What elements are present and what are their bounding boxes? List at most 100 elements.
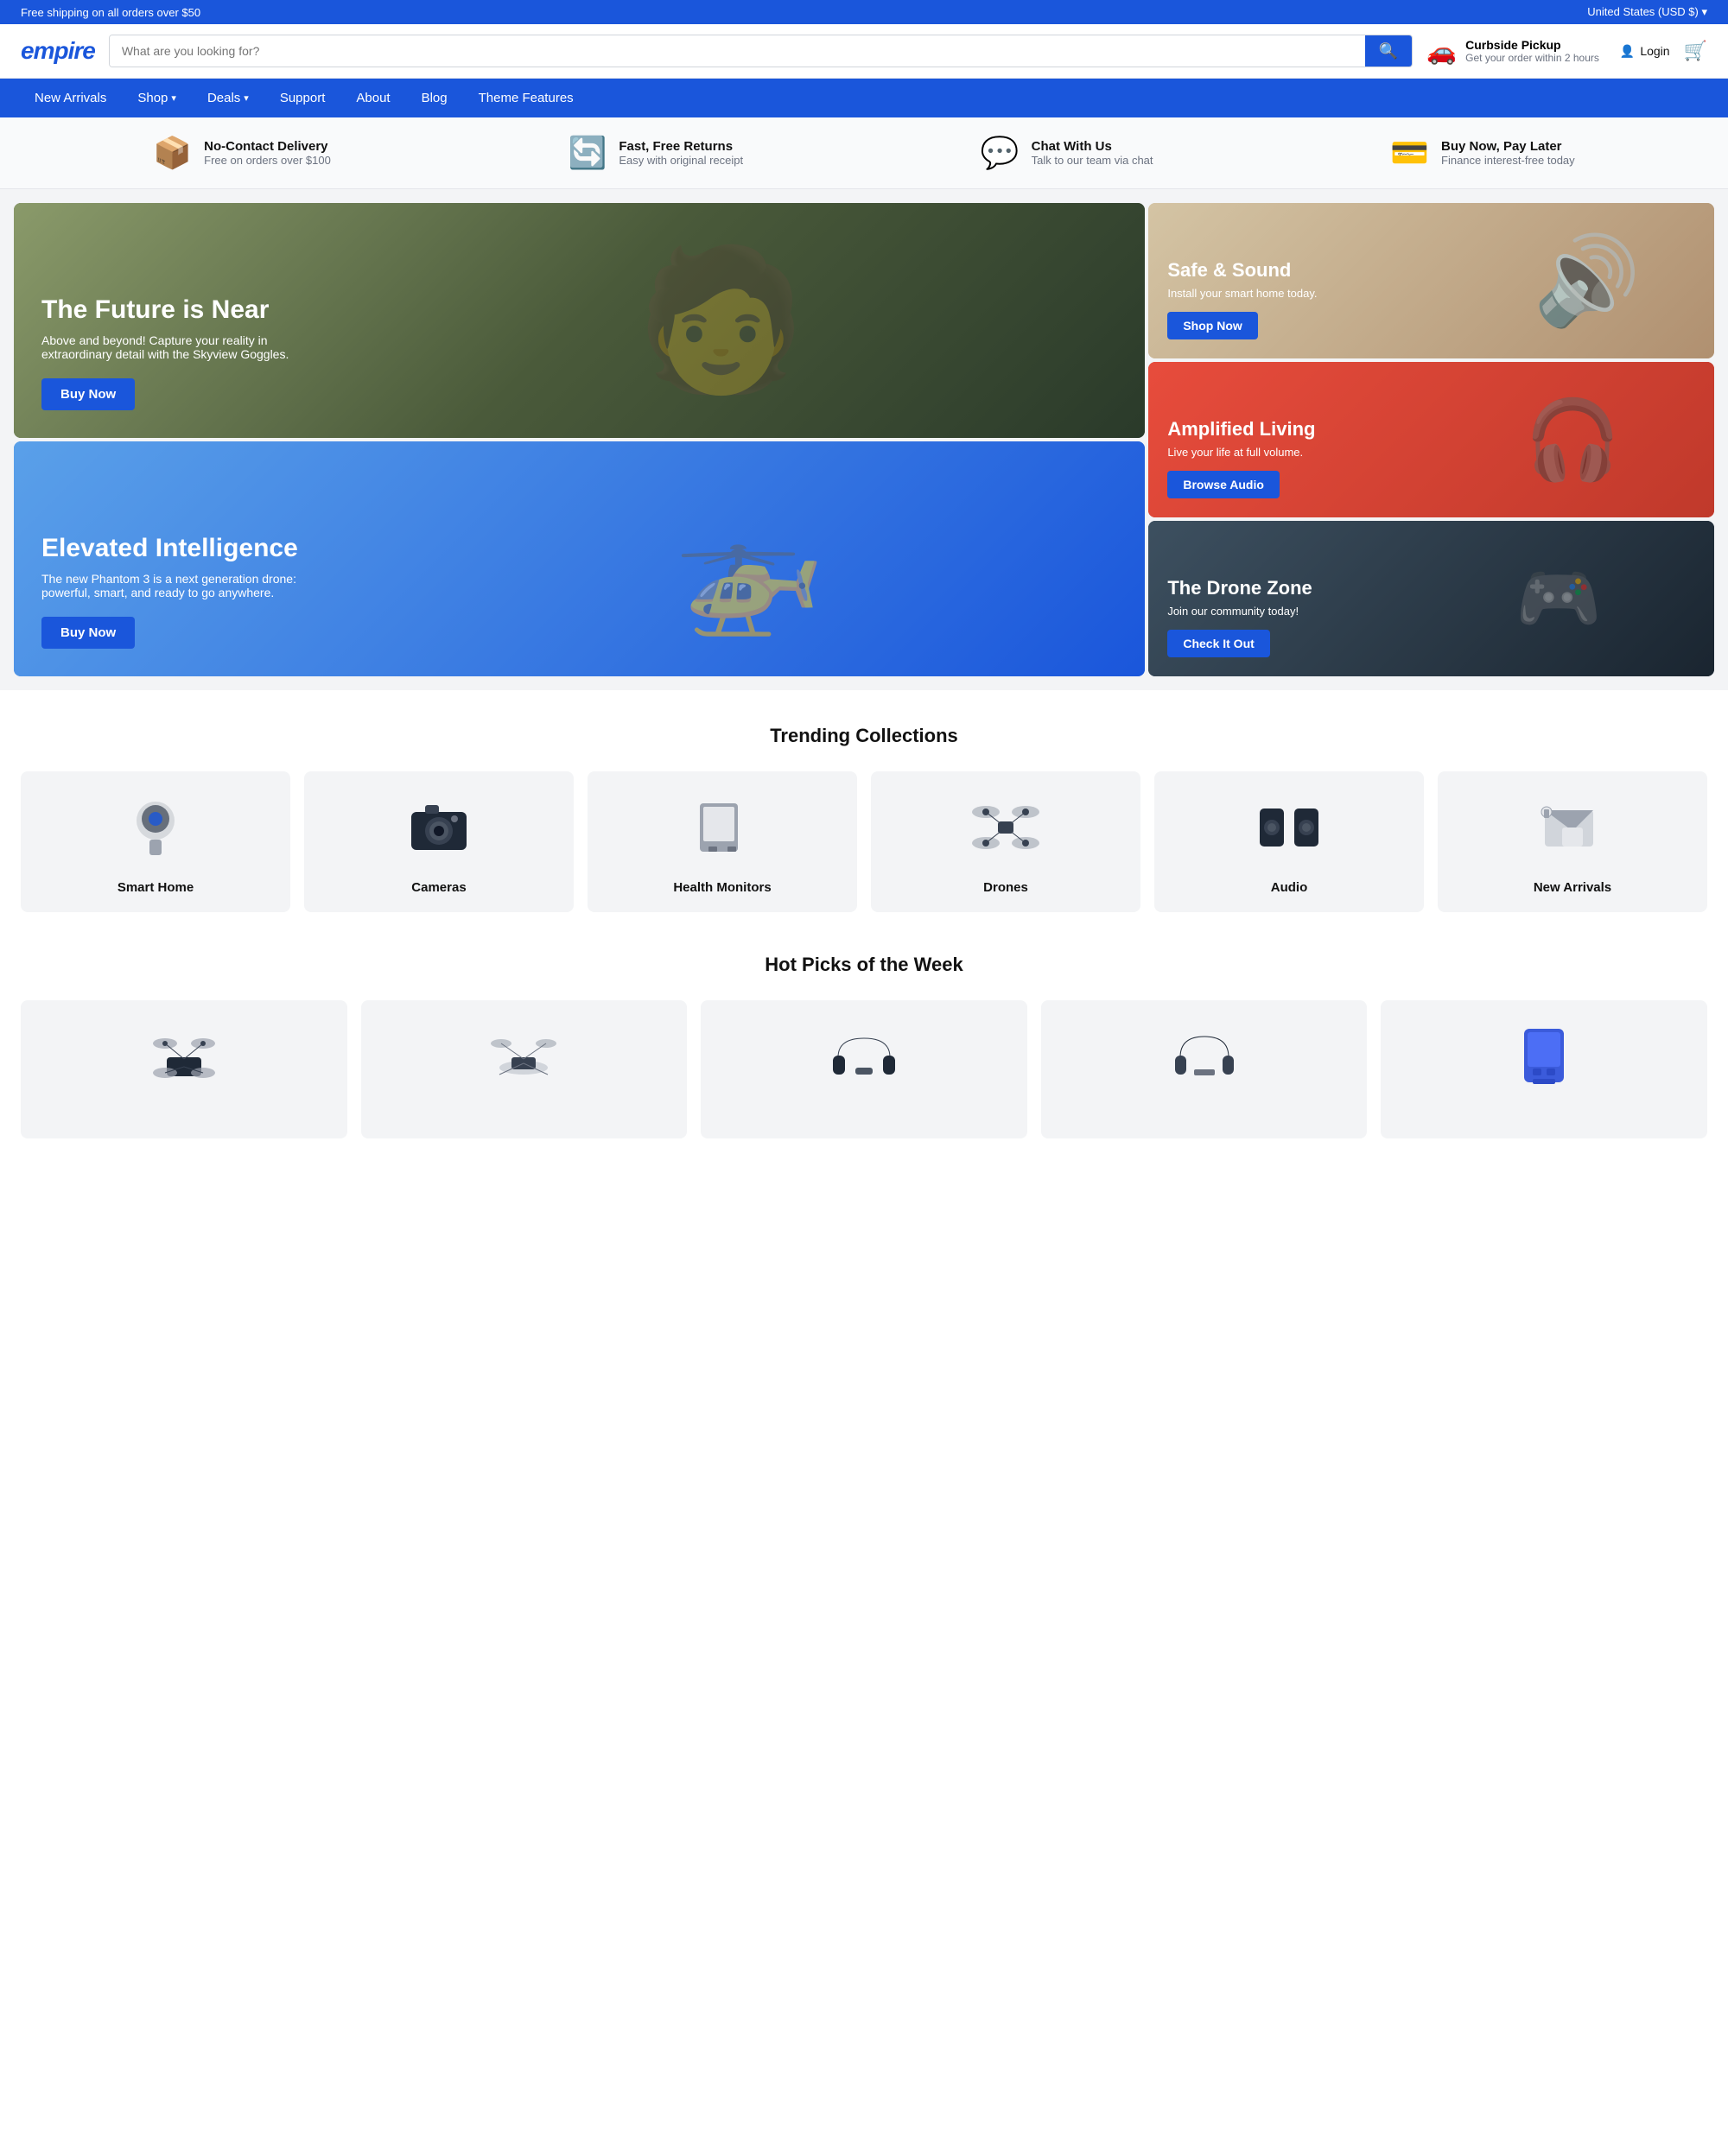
side-drone-zone-content: The Drone Zone Join our community today!… <box>1148 521 1714 676</box>
feature-pay-later: 💳 Buy Now, Pay Later Finance interest-fr… <box>1390 135 1574 171</box>
side-audio-subtitle: Live your life at full volume. <box>1167 446 1695 459</box>
hero-vr-button[interactable]: Buy Now <box>41 378 135 410</box>
main-nav: New Arrivals Shop Deals Support About Bl… <box>0 79 1728 117</box>
hot-pick-item-3[interactable] <box>1041 1000 1368 1138</box>
collection-drones-label: Drones <box>983 880 1028 895</box>
side-drone-zone-button[interactable]: Check It Out <box>1167 630 1269 657</box>
nav-item-shop[interactable]: Shop <box>124 79 190 117</box>
nav-item-about[interactable]: About <box>342 79 403 117</box>
collection-cameras-label: Cameras <box>411 880 466 895</box>
hero-left: 🧑 The Future is Near Above and beyond! C… <box>14 203 1145 676</box>
hero-drone-card: 🚁 Elevated Intelligence The new Phantom … <box>14 441 1145 676</box>
nav-item-new-arrivals[interactable]: New Arrivals <box>21 79 120 117</box>
curbside-title: Curbside Pickup <box>1465 38 1599 52</box>
curbside-pickup[interactable]: 🚗 Curbside Pickup Get your order within … <box>1426 37 1599 66</box>
new-arrivals-icon <box>1529 789 1616 866</box>
hero-vr-title: The Future is Near <box>41 295 1117 325</box>
user-icon: 👤 <box>1620 44 1635 59</box>
feature-returns-sub: Easy with original receipt <box>619 154 743 167</box>
feature-no-contact-title: No-Contact Delivery <box>204 139 331 154</box>
logo[interactable]: empire <box>21 37 95 65</box>
box-icon: 📦 <box>153 135 192 171</box>
hot-pick-icon-1 <box>480 1018 567 1095</box>
hero-right: 🔊 Safe & Sound Install your smart home t… <box>1148 203 1714 676</box>
feature-returns: 🔄 Fast, Free Returns Easy with original … <box>569 135 744 171</box>
search-icon: 🔍 <box>1379 42 1398 60</box>
features-bar: 📦 No-Contact Delivery Free on orders ove… <box>0 117 1728 189</box>
header: empire 🔍 🚗 Curbside Pickup Get your orde… <box>0 24 1728 79</box>
side-card-audio: 🎧 Amplified Living Live your life at ful… <box>1148 362 1714 517</box>
hero-vr-card: 🧑 The Future is Near Above and beyond! C… <box>14 203 1145 438</box>
collection-audio-label: Audio <box>1271 880 1308 895</box>
search-bar: 🔍 <box>109 35 1413 67</box>
hero-grid: 🧑 The Future is Near Above and beyond! C… <box>0 189 1728 690</box>
collection-health-monitors[interactable]: Health Monitors <box>588 771 857 912</box>
hot-picks-title: Hot Picks of the Week <box>21 954 1707 976</box>
side-drone-zone-title: The Drone Zone <box>1167 577 1695 599</box>
feature-chat: 💬 Chat With Us Talk to our team via chat <box>981 135 1153 171</box>
chat-icon: 💬 <box>981 135 1020 171</box>
nav-item-deals[interactable]: Deals <box>194 79 263 117</box>
collection-cameras[interactable]: Cameras <box>304 771 574 912</box>
hero-drone-button[interactable]: Buy Now <box>41 617 135 649</box>
header-right: 🚗 Curbside Pickup Get your order within … <box>1426 37 1707 66</box>
side-card-drone-zone: 🎮 The Drone Zone Join our community toda… <box>1148 521 1714 676</box>
top-bar: Free shipping on all orders over $50 Uni… <box>0 0 1728 24</box>
collection-smart-home-label: Smart Home <box>118 880 194 895</box>
hero-drone-subtitle: The new Phantom 3 is a next generation d… <box>41 572 318 599</box>
feature-returns-title: Fast, Free Returns <box>619 139 743 154</box>
hot-pick-item-2[interactable] <box>701 1000 1027 1138</box>
curbside-text: Curbside Pickup Get your order within 2 … <box>1465 38 1599 64</box>
collection-drones[interactable]: Drones <box>871 771 1140 912</box>
side-smart-content: Safe & Sound Install your smart home tod… <box>1148 203 1714 358</box>
return-icon: 🔄 <box>569 135 607 171</box>
login-button[interactable]: 👤 Login <box>1620 44 1670 59</box>
feature-pay-later-title: Buy Now, Pay Later <box>1441 139 1575 154</box>
nav-item-blog[interactable]: Blog <box>408 79 461 117</box>
side-audio-content: Amplified Living Live your life at full … <box>1148 362 1714 517</box>
collection-smart-home[interactable]: Smart Home <box>21 771 290 912</box>
hot-pick-item-1[interactable] <box>361 1000 688 1138</box>
hot-pick-item-4[interactable] <box>1381 1000 1707 1138</box>
region-selector[interactable]: United States (USD $) ▾ <box>1587 5 1707 19</box>
side-audio-button[interactable]: Browse Audio <box>1167 471 1280 498</box>
side-smart-button[interactable]: Shop Now <box>1167 312 1257 339</box>
audio-icon <box>1246 789 1332 866</box>
hero-drone-content: Elevated Intelligence The new Phantom 3 … <box>14 441 1145 676</box>
search-input[interactable] <box>110 35 1365 67</box>
feature-no-contact: 📦 No-Contact Delivery Free on orders ove… <box>153 135 331 171</box>
side-audio-title: Amplified Living <box>1167 418 1695 441</box>
hot-picks-section: Hot Picks of the Week <box>0 947 1728 1173</box>
feature-chat-sub: Talk to our team via chat <box>1032 154 1153 167</box>
health-monitor-icon <box>679 789 766 866</box>
payment-icon: 💳 <box>1390 135 1429 171</box>
collection-new-arrivals-label: New Arrivals <box>1534 880 1611 895</box>
trending-collections-section: Trending Collections Smart Home <box>0 690 1728 947</box>
hot-pick-icon-0 <box>141 1018 227 1095</box>
side-card-smart: 🔊 Safe & Sound Install your smart home t… <box>1148 203 1714 358</box>
collection-new-arrivals[interactable]: New Arrivals <box>1438 771 1707 912</box>
collection-health-monitors-label: Health Monitors <box>673 880 771 895</box>
hot-pick-icon-4 <box>1501 1018 1587 1095</box>
trending-collections-title: Trending Collections <box>21 725 1707 747</box>
nav-item-support[interactable]: Support <box>266 79 340 117</box>
hot-pick-icon-3 <box>1161 1018 1248 1095</box>
hot-pick-item-0[interactable] <box>21 1000 347 1138</box>
camera-icon <box>396 789 482 866</box>
side-drone-zone-subtitle: Join our community today! <box>1167 605 1695 618</box>
side-smart-title: Safe & Sound <box>1167 259 1695 282</box>
feature-chat-title: Chat With Us <box>1032 139 1153 154</box>
collection-audio[interactable]: Audio <box>1154 771 1424 912</box>
drone-icon <box>962 789 1049 866</box>
hero-vr-content: The Future is Near Above and beyond! Cap… <box>14 203 1145 438</box>
car-icon: 🚗 <box>1426 37 1457 66</box>
search-button[interactable]: 🔍 <box>1365 35 1412 67</box>
hot-pick-icon-2 <box>821 1018 907 1095</box>
cart-icon[interactable]: 🛒 <box>1684 40 1707 62</box>
hero-drone-title: Elevated Intelligence <box>41 534 1117 563</box>
hot-picks-grid <box>21 1000 1707 1138</box>
hero-vr-subtitle: Above and beyond! Capture your reality i… <box>41 333 318 361</box>
nav-item-theme-features[interactable]: Theme Features <box>465 79 588 117</box>
curbside-sub: Get your order within 2 hours <box>1465 52 1599 64</box>
smart-home-icon <box>112 789 199 866</box>
